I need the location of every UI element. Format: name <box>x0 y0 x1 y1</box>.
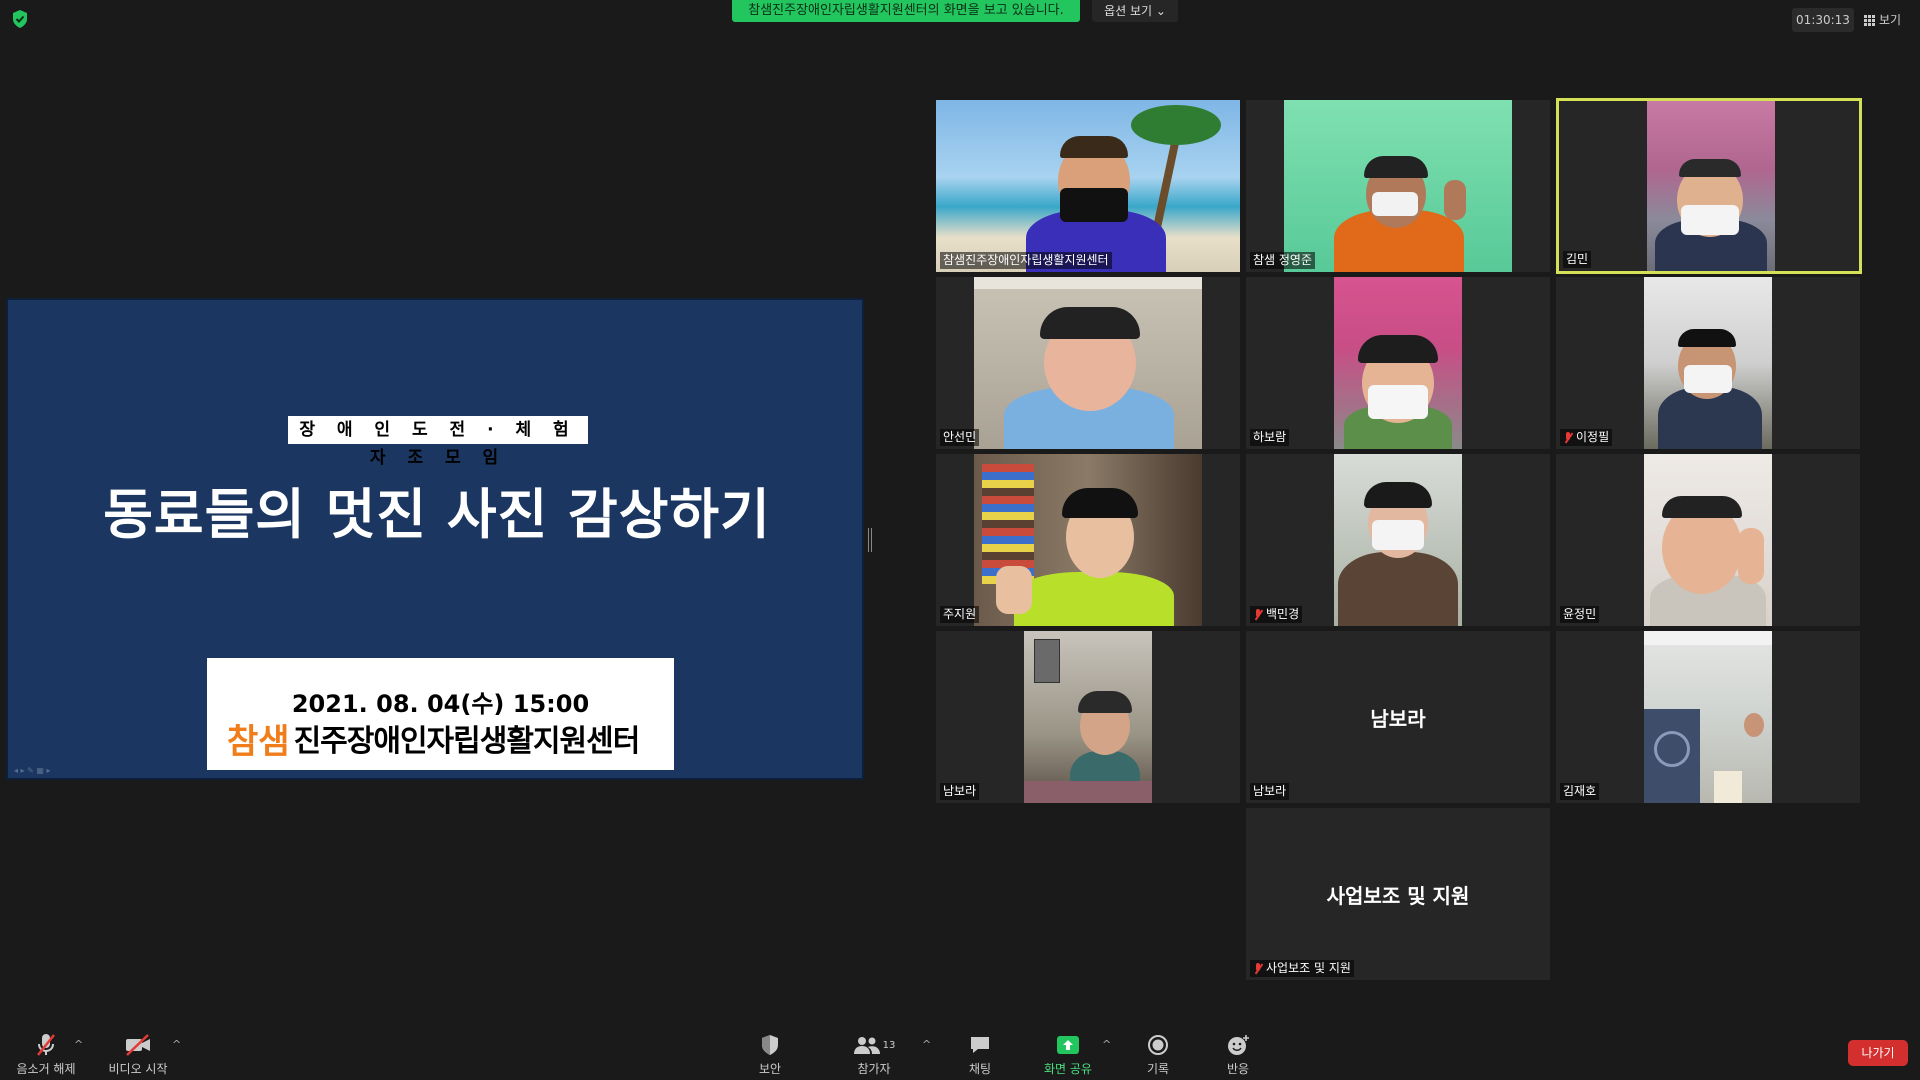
participant-tile[interactable]: 참샘 정영준 <box>1246 100 1550 272</box>
participant-video <box>974 454 1202 626</box>
participant-name: 남보라 <box>940 783 980 800</box>
view-options-label: 옵션 보기 <box>1104 4 1153 18</box>
video-camera-off-icon <box>126 1034 150 1056</box>
organization-logo: 참샘 <box>227 721 290 762</box>
participant-video <box>1644 277 1772 449</box>
record-button[interactable]: 기록 <box>1118 1032 1198 1080</box>
participant-name: 윤정민 <box>1560 606 1600 623</box>
participant-name: 이정필 <box>1560 429 1613 446</box>
participant-display-name: 남보라 <box>1370 706 1426 731</box>
meeting-timer: 01:30:13 <box>1792 8 1854 32</box>
participant-name: 백민경 <box>1250 606 1303 623</box>
participant-name: 참샘 정영준 <box>1250 252 1316 269</box>
participant-tile[interactable]: 윤정민 <box>1556 454 1860 626</box>
participant-name: 하보람 <box>1250 429 1290 446</box>
start-video-label: 비디오 시작 <box>108 1062 168 1076</box>
participant-name: 주지원 <box>940 606 980 623</box>
participant-video <box>1644 631 1772 803</box>
view-options-button[interactable]: 옵션 보기 ⌄ <box>1092 0 1178 22</box>
chat-button[interactable]: 채팅 <box>940 1032 1020 1080</box>
participant-tile[interactable]: 남보라 <box>936 631 1240 803</box>
participant-display-name: 사업보조 및 지원 <box>1326 883 1470 908</box>
participant-video <box>1334 277 1462 449</box>
participant-tile[interactable]: 안선민 <box>936 277 1240 449</box>
video-options-caret-icon[interactable]: ^ <box>172 1038 181 1051</box>
audio-options-caret-icon[interactable]: ^ <box>74 1038 83 1051</box>
mic-muted-icon <box>1563 431 1573 444</box>
record-icon <box>1148 1035 1168 1055</box>
slide-title: 동료들의 멋진 사진 감상하기 <box>103 483 771 546</box>
slide-info-card: 2021. 08. 04(수) 15:00 참샘 진주장애인자립생활지원센터 <box>207 658 674 770</box>
participant-video <box>1024 631 1152 803</box>
organization-name: 진주장애인자립생활지원센터 <box>293 724 641 759</box>
participant-tile[interactable]: 참샘진주장애인자립생활지원센터 <box>936 100 1240 272</box>
chevron-down-icon: ⌄ <box>1155 4 1166 18</box>
participant-video <box>1284 100 1512 272</box>
screen-share-banner: 참샘진주장애인자립생활지원센터의 화면을 보고 있습니다. <box>732 0 1080 22</box>
participant-name: 안선민 <box>940 429 980 446</box>
participant-tile[interactable]: 주지원 <box>936 454 1240 626</box>
security-shield-icon <box>762 1035 778 1055</box>
share-screen-icon <box>1057 1036 1079 1054</box>
participant-video <box>1647 101 1775 271</box>
share-options-caret-icon[interactable]: ^ <box>1102 1038 1111 1051</box>
participant-name: 사업보조 및 지원 <box>1250 960 1354 977</box>
view-layout-button[interactable]: 보기 <box>1864 8 1912 32</box>
split-view-divider[interactable] <box>868 528 872 552</box>
reactions-button[interactable]: 반응 <box>1198 1032 1278 1080</box>
participants-options-caret-icon[interactable]: ^ <box>922 1038 931 1051</box>
participant-tile-video-off[interactable]: 사업보조 및 지원 사업보조 및 지원 <box>1246 808 1550 980</box>
participant-tile[interactable]: 이정필 <box>1556 277 1860 449</box>
participant-video <box>1644 454 1772 626</box>
gallery-grid-icon <box>1864 14 1875 26</box>
shared-screen-slide: 장 애 인 도 전 · 체 험 자 조 모 임 동료들의 멋진 사진 감상하기 … <box>6 298 864 780</box>
participant-tile-active-speaker[interactable]: 김민 <box>1556 98 1862 274</box>
participants-button[interactable]: 13 참가자 <box>834 1032 914 1080</box>
reaction-emoji-icon <box>1228 1035 1249 1055</box>
participant-tile[interactable]: 백민경 <box>1246 454 1550 626</box>
slide-subtitle: 장 애 인 도 전 · 체 험 자 조 모 임 <box>288 416 588 468</box>
chat-label: 채팅 <box>968 1062 992 1076</box>
share-screen-button[interactable]: 화면 공유 <box>1028 1032 1108 1080</box>
share-screen-label: 화면 공유 <box>1044 1062 1092 1076</box>
microphone-muted-icon <box>37 1034 55 1056</box>
participant-tile[interactable]: 김재호 <box>1556 631 1860 803</box>
participant-name: 김민 <box>1563 251 1592 268</box>
meeting-toolbar: 음소거 해제 ^ 비디오 시작 ^ 보안 13 참가자 ^ 채팅 화면 공유 ^… <box>0 1016 1920 1080</box>
mic-muted-icon <box>1253 608 1263 621</box>
security-button[interactable]: 보안 <box>730 1032 810 1080</box>
participant-video <box>936 100 1240 272</box>
start-video-button[interactable]: 비디오 시작 <box>98 1032 178 1080</box>
slide-organization: 참샘 진주장애인자립생활지원센터 <box>227 716 667 762</box>
participant-video <box>974 277 1202 449</box>
participant-tile[interactable]: 하보람 <box>1246 277 1550 449</box>
participant-name: 김재호 <box>1560 783 1600 800</box>
participant-video <box>1334 454 1462 626</box>
record-label: 기록 <box>1146 1062 1170 1076</box>
participants-icon <box>853 1037 880 1054</box>
security-shield-icon <box>13 10 27 28</box>
security-label: 보안 <box>758 1062 782 1076</box>
participant-count: 13 <box>882 1039 896 1051</box>
participant-name: 남보라 <box>1250 783 1290 800</box>
participants-label: 참가자 <box>857 1062 891 1076</box>
participant-name: 참샘진주장애인자립생활지원센터 <box>940 252 1112 269</box>
reactions-label: 반응 <box>1226 1062 1250 1076</box>
leave-meeting-button[interactable]: 나가기 <box>1848 1040 1908 1066</box>
mic-muted-icon <box>1253 962 1263 975</box>
participant-tile-video-off[interactable]: 남보라 남보라 <box>1246 631 1550 803</box>
chat-bubble-icon <box>971 1037 989 1053</box>
slide-toolbar[interactable]: ◂ ▸ ✎ ▦ ▸ <box>14 766 94 776</box>
view-layout-label: 보기 <box>1879 13 1902 27</box>
unmute-label: 음소거 해제 <box>16 1062 76 1076</box>
